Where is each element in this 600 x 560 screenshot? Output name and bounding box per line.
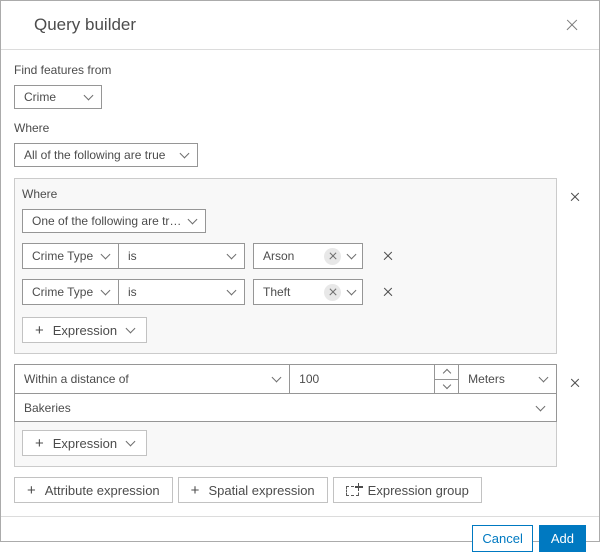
- group1-add-expression-button[interactable]: + Expression: [22, 317, 148, 343]
- dialog-footer: Cancel Add: [1, 516, 599, 560]
- chevron-down-icon: [179, 148, 190, 159]
- add-attribute-expression-button[interactable]: + Attribute expression: [14, 477, 173, 503]
- chevron-down-icon: [100, 285, 111, 296]
- remove-group-icon: [570, 192, 580, 202]
- plus-icon: +: [35, 434, 44, 452]
- spatial-condition-value: Within a distance of: [24, 372, 129, 386]
- dialog-header: Query builder: [1, 1, 599, 50]
- chevron-down-icon: [125, 436, 136, 447]
- spatial-layer-row: Bakeries: [14, 393, 558, 422]
- spatial-layer-value: Bakeries: [24, 400, 71, 415]
- chevron-down-icon: [226, 285, 237, 296]
- remove-group-button[interactable]: [564, 372, 586, 394]
- unit-select[interactable]: Meters: [458, 364, 558, 394]
- operator-select[interactable]: is: [118, 243, 245, 269]
- add-expression-group-button[interactable]: Expression group: [332, 477, 482, 503]
- remove-expression-icon: [383, 287, 393, 297]
- clear-value-button[interactable]: [324, 247, 341, 265]
- expression-actions-row: + Attribute expression + Spatial express…: [14, 477, 586, 503]
- dialog-title: Query builder: [34, 15, 137, 34]
- expression-row-1: Crime Type is Arson: [22, 243, 549, 269]
- operator-select-value: is: [128, 249, 137, 263]
- combine-operator-select[interactable]: All of the following are true: [14, 143, 198, 167]
- field-select-value: Crime Type: [32, 285, 94, 299]
- expression-group-icon: [345, 482, 364, 496]
- plus-icon: [353, 482, 364, 492]
- cancel-button[interactable]: Cancel: [472, 525, 533, 552]
- value-select-value: Theft: [263, 285, 291, 299]
- chevron-down-icon: [100, 249, 111, 260]
- expression-row-2: Crime Type is Theft: [22, 279, 549, 305]
- chevron-up-icon: [442, 369, 451, 378]
- add-expression-label: Expression: [52, 322, 118, 338]
- find-features-from-label: Find features from: [14, 63, 112, 77]
- layer-select[interactable]: Crime: [14, 85, 102, 109]
- dialog-content: Find features from Crime Where All of th…: [1, 50, 599, 516]
- chevron-down-icon: [187, 214, 198, 225]
- distance-input-cell: [289, 364, 460, 394]
- operator-select[interactable]: is: [118, 279, 245, 305]
- group1-combine-value: One of the following are tr…: [32, 214, 182, 228]
- distance-input[interactable]: [290, 372, 435, 386]
- stepper-down-button[interactable]: [435, 378, 459, 394]
- group1-where-label: Where: [22, 187, 58, 201]
- chevron-down-icon: [271, 372, 282, 383]
- add-spatial-expression-button[interactable]: + Spatial expression: [177, 477, 328, 503]
- chevron-down-icon: [125, 323, 136, 334]
- chevron-down-icon: [83, 90, 94, 101]
- field-select[interactable]: Crime Type: [22, 279, 119, 305]
- spatial-condition-select[interactable]: Within a distance of: [14, 364, 291, 394]
- field-select[interactable]: Crime Type: [22, 243, 119, 269]
- remove-expression-button[interactable]: [377, 281, 399, 303]
- remove-group-button[interactable]: [564, 186, 586, 208]
- expression-group-2-wrap: Within a distance of Meters: [14, 364, 586, 467]
- operator-select-value: is: [128, 285, 137, 299]
- spatial-condition-row: Within a distance of Meters: [14, 364, 558, 394]
- chevron-down-icon: [538, 372, 549, 383]
- close-button[interactable]: [561, 14, 583, 36]
- clear-value-button[interactable]: [324, 283, 341, 301]
- chevron-down-icon: [442, 380, 451, 389]
- layer-select-value: Crime: [24, 90, 56, 104]
- add-button[interactable]: Add: [538, 525, 586, 552]
- group2-add-expression-button[interactable]: + Expression: [22, 430, 148, 456]
- clear-value-icon: [329, 288, 337, 296]
- remove-group-icon: [570, 378, 580, 388]
- expression-group-1: Where One of the following are tr… Crime…: [14, 178, 558, 354]
- add-expression-label: Expression: [52, 435, 118, 451]
- chevron-down-icon: [226, 249, 237, 260]
- chevron-down-icon: [346, 285, 357, 296]
- where-label: Where: [14, 121, 50, 135]
- chevron-down-icon: [346, 249, 357, 260]
- number-stepper: [434, 365, 459, 394]
- expression-group-1-wrap: Where One of the following are tr… Crime…: [14, 178, 586, 354]
- expression-group-label: Expression group: [367, 482, 469, 498]
- combine-operator-value: All of the following are true: [24, 148, 166, 162]
- field-select-value: Crime Type: [32, 249, 94, 263]
- stepper-up-button[interactable]: [435, 365, 458, 379]
- remove-expression-icon: [383, 251, 393, 261]
- query-builder-dialog: Query builder Find features from Crime W…: [0, 0, 600, 552]
- remove-expression-button[interactable]: [377, 245, 399, 267]
- chevron-down-icon: [535, 401, 546, 411]
- value-select-value: Arson: [263, 249, 295, 263]
- attribute-expression-label: Attribute expression: [44, 482, 160, 498]
- value-select[interactable]: Arson: [253, 243, 363, 269]
- expression-group-2: Within a distance of Meters: [14, 364, 558, 467]
- spatial-layer-select[interactable]: Bakeries: [14, 393, 558, 422]
- spatial-expression-label: Spatial expression: [208, 482, 315, 498]
- clear-value-icon: [329, 252, 337, 260]
- unit-select-value: Meters: [468, 372, 505, 386]
- plus-icon: +: [35, 321, 44, 339]
- value-select[interactable]: Theft: [253, 279, 363, 305]
- close-icon: [565, 18, 579, 32]
- plus-icon: +: [27, 481, 36, 499]
- group1-combine-select[interactable]: One of the following are tr…: [22, 209, 206, 233]
- plus-icon: +: [190, 481, 200, 499]
